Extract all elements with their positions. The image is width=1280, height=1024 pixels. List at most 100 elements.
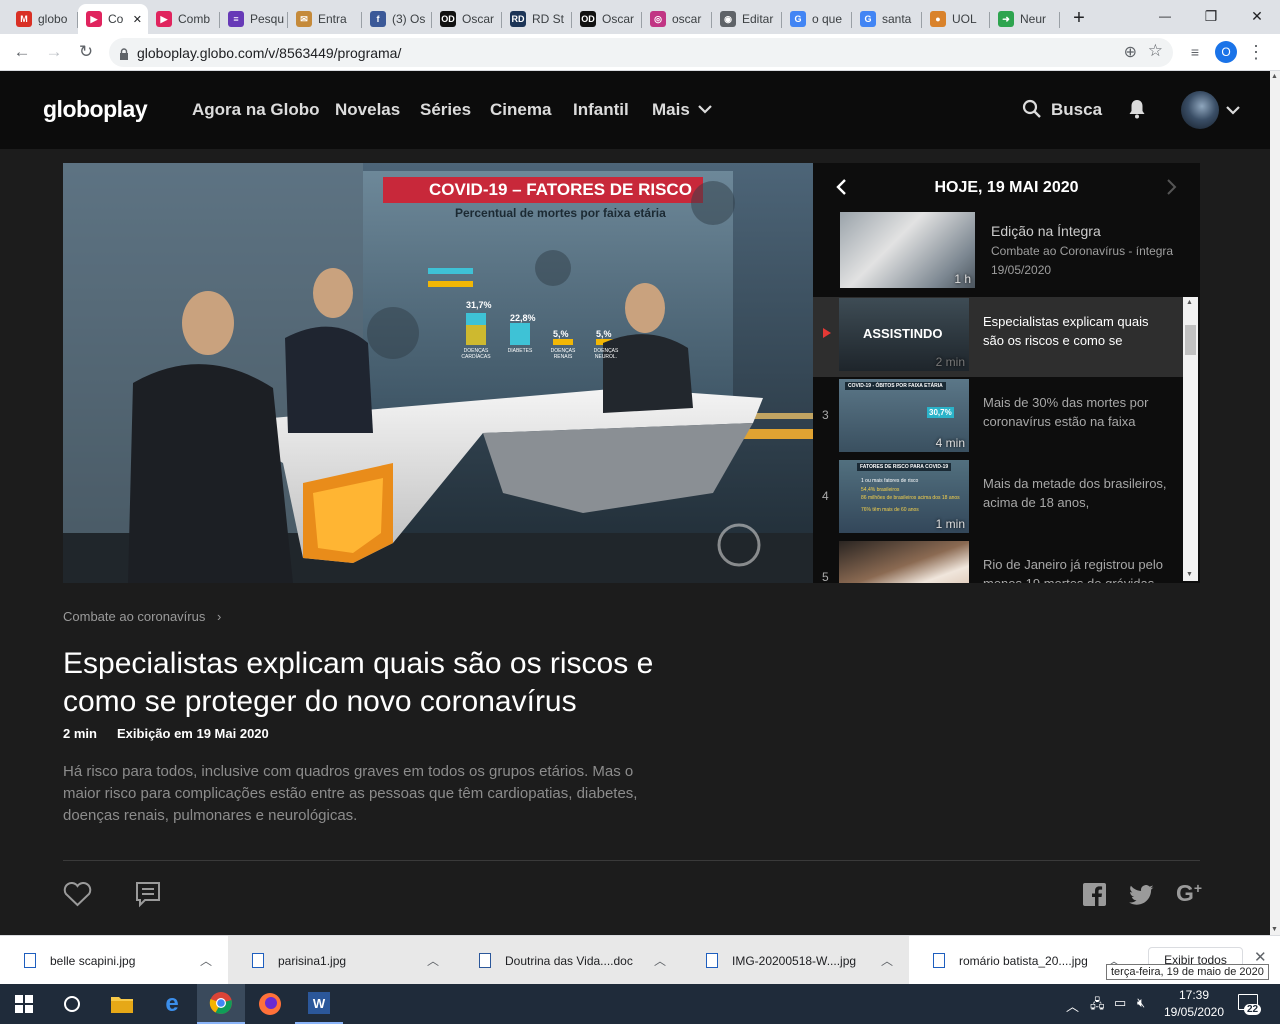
browser-tab[interactable]: OD Oscar [572, 4, 642, 34]
firefox-browser-icon[interactable] [246, 984, 294, 1024]
playlist-date: HOJE, 19 MAI 2020 [934, 179, 1079, 196]
tab-favicon-icon: ◉ [720, 11, 736, 27]
nav-series[interactable]: Séries [420, 100, 471, 120]
search-label[interactable]: Busca [1051, 100, 1102, 120]
chevron-right-icon[interactable] [1166, 179, 1178, 195]
playlist-scrollbar[interactable]: ▲ ▼ [1183, 297, 1198, 581]
nav-novelas[interactable]: Novelas [335, 100, 400, 120]
heart-icon[interactable] [63, 882, 92, 907]
download-item[interactable]: IMG-20200518-W....jpg ︿ [682, 936, 909, 985]
nav-cinema[interactable]: Cinema [490, 100, 551, 120]
scroll-thumb[interactable] [1185, 325, 1196, 355]
browser-tab[interactable]: RD RD St [502, 4, 572, 34]
search-circle-icon[interactable] [48, 984, 96, 1024]
image-file-icon [933, 953, 945, 968]
minimize-button[interactable]: — [1142, 0, 1188, 32]
browser-tab-label: globo [38, 12, 68, 26]
chevron-up-icon[interactable]: ︿ [881, 952, 893, 969]
playlist-item[interactable]: ASSISTINDO 2 min Especialistas explicam … [813, 297, 1183, 377]
page-scrollbar[interactable]: ▲ ▼ [1270, 71, 1280, 935]
media-control-icon[interactable]: ≡ [1183, 40, 1207, 64]
address-bar[interactable]: globoplay.globo.com/v/8563449/programa/ … [109, 38, 1173, 67]
featured-episode[interactable]: 1 h Edição na Íntegra Combate ao Coronav… [813, 211, 1200, 291]
nav-agora-na-globo[interactable]: Agora na Globo [192, 100, 320, 120]
search-icon[interactable] [1022, 99, 1042, 119]
download-item[interactable]: Doutrina das Vida....doc ︿ [455, 936, 682, 985]
new-tab-button[interactable]: + [1066, 6, 1092, 30]
browser-tab[interactable]: Gsanta [852, 4, 922, 34]
playlist-item[interactable]: 5 Rio de Janeiro já registrou pelo menos… [813, 540, 1183, 583]
chevron-up-icon[interactable]: ︿ [654, 952, 666, 969]
playlist-item[interactable]: 3 COVID-19 - ÓBITOS POR FAIXA ETÁRIA 30,… [813, 378, 1183, 458]
chevron-down-icon[interactable] [1226, 105, 1240, 115]
browser-tab[interactable]: ≡ Pesqu [220, 4, 288, 34]
user-avatar[interactable] [1181, 91, 1219, 129]
download-item[interactable]: romário batista_20....jpg ︿ [909, 936, 1136, 985]
windows-start-icon[interactable] [0, 984, 48, 1024]
browser-tab[interactable]: ● UOL [922, 4, 990, 34]
show-hidden-icons-chevron[interactable]: ︿ [1066, 996, 1079, 1015]
duration-label: 1 h [954, 272, 971, 286]
browser-tab-label: UOL [952, 12, 977, 26]
add-bookmark-plus-icon[interactable]: ⊕ [1124, 42, 1137, 62]
playlist-thumbnail: FATORES DE RISCO PARA COVID-19 1 ou mais… [839, 460, 969, 533]
duration-label: 1 min [935, 517, 965, 531]
browser-tab[interactable]: ◉ Editar [712, 4, 782, 34]
chevron-up-icon[interactable]: ︿ [427, 952, 439, 969]
forward-arrow-icon[interactable]: → [42, 40, 66, 64]
chevron-up-icon[interactable]: ︿ [200, 952, 212, 969]
clock-date[interactable]: 19/05/2020 [1157, 1005, 1231, 1019]
browser-tab[interactable]: Go que [782, 4, 852, 34]
battery-icon[interactable]: ▭ [1114, 995, 1126, 1011]
nav-mais[interactable]: Mais [652, 100, 690, 120]
back-arrow-icon[interactable]: ← [10, 40, 34, 64]
google-plus-icon[interactable]: G+ [1176, 880, 1202, 907]
globoplay-logo[interactable]: globoplay [43, 96, 148, 123]
browser-tab[interactable]: ▶ Comb [148, 4, 220, 34]
profile-avatar[interactable]: O [1215, 41, 1237, 63]
playlist-item[interactable]: 4 FATORES DE RISCO PARA COVID-19 1 ou ma… [813, 459, 1183, 539]
scroll-down-arrow-icon[interactable]: ▼ [1186, 571, 1193, 578]
playlist-thumbnail [839, 541, 969, 583]
facebook-icon[interactable] [1083, 883, 1106, 906]
scroll-down-arrow-icon[interactable]: ▼ [1271, 926, 1278, 933]
url-text: globoplay.globo.com/v/8563449/programa/ [137, 44, 402, 61]
browser-tab[interactable]: ▶ Co ✕ [78, 4, 148, 34]
browser-tab[interactable]: ✉ Entra [288, 4, 362, 34]
download-filename: parisina1.jpg [278, 953, 347, 968]
clock-time[interactable]: 17:39 [1162, 988, 1226, 1002]
chevron-down-icon[interactable] [698, 104, 712, 114]
breadcrumb[interactable]: Combate ao coronavírus › [63, 609, 221, 624]
browser-menu-icon[interactable]: ⋮ [1244, 40, 1268, 64]
download-filename: romário batista_20....jpg [959, 953, 1088, 968]
browser-tab[interactable]: OD Oscar [432, 4, 502, 34]
download-item[interactable]: belle scapini.jpg ︿ [0, 936, 228, 985]
bell-icon[interactable] [1128, 99, 1146, 119]
reload-icon[interactable]: ↻ [74, 40, 98, 64]
comment-icon[interactable] [134, 880, 162, 908]
browser-tab-label: Oscar [602, 12, 635, 26]
edge-browser-icon[interactable]: e [148, 984, 196, 1024]
twitter-icon[interactable] [1129, 885, 1154, 905]
browser-tab[interactable]: ➜ Neur [990, 4, 1060, 34]
volume-mute-icon[interactable]: 🔇︎ [1137, 995, 1145, 1011]
download-item[interactable]: parisina1.jpg ︿ [228, 936, 455, 985]
thumb-line: 76% têm mais de 60 anos [861, 507, 919, 513]
scroll-up-arrow-icon[interactable]: ▲ [1186, 299, 1193, 306]
star-icon[interactable]: ☆ [1148, 41, 1163, 61]
playlist-panel: HOJE, 19 MAI 2020 1 h Edição na Íntegra … [813, 163, 1200, 583]
network-icon[interactable]: 🖧 [1090, 995, 1105, 1017]
close-window-button[interactable]: ✕ [1234, 0, 1280, 32]
nav-infantil[interactable]: Infantil [573, 100, 629, 120]
close-tab-icon[interactable]: ✕ [133, 13, 142, 26]
video-player[interactable]: COVID-19 – FATORES DE RISCO Percentual d… [63, 163, 813, 583]
browser-tab[interactable]: Mglobo [8, 4, 78, 34]
chrome-browser-icon[interactable] [197, 984, 245, 1024]
scroll-up-arrow-icon[interactable]: ▲ [1271, 73, 1278, 80]
maximize-button[interactable]: ❐ [1188, 0, 1234, 32]
file-explorer-icon[interactable] [98, 984, 146, 1024]
word-app-icon[interactable]: W [295, 984, 343, 1024]
browser-tab[interactable]: f (3) Os [362, 4, 432, 34]
browser-tab[interactable]: ◎ oscar [642, 4, 712, 34]
windows-taskbar: e W ︿ 🖧 ▭ 🔇︎ 17:39 19/05/2020 22 [0, 984, 1280, 1024]
